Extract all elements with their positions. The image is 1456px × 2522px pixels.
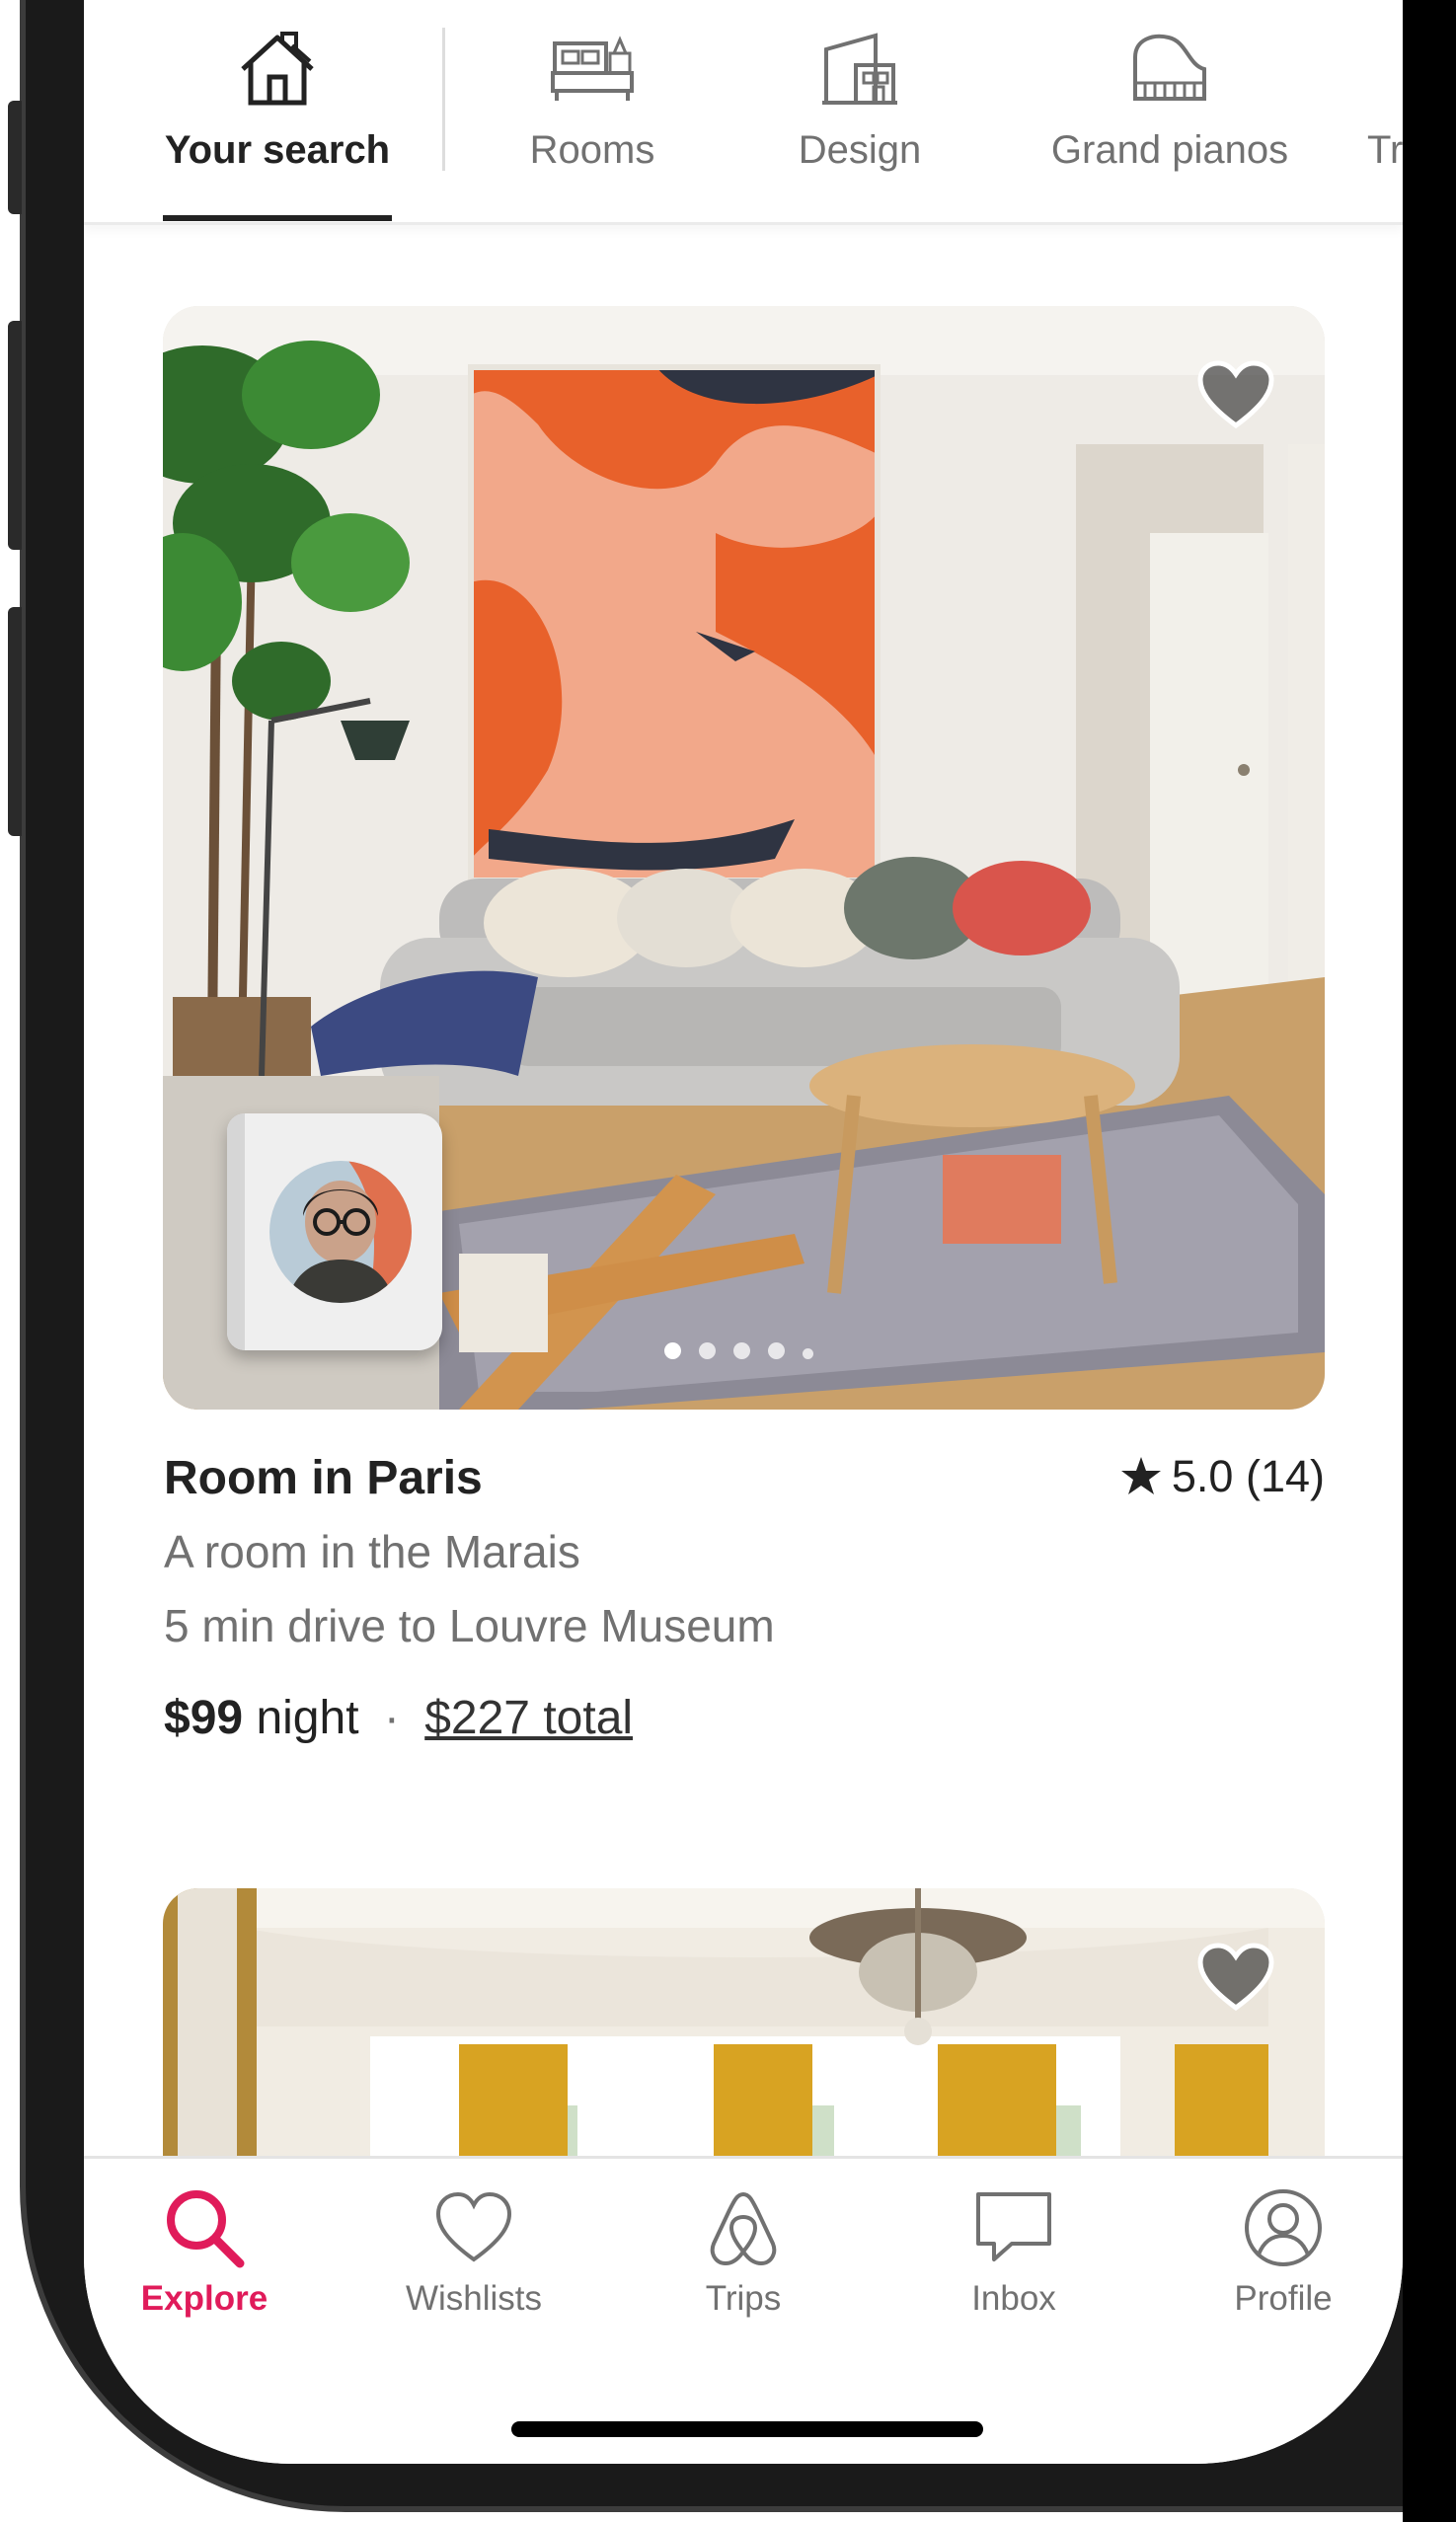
avatar: [269, 1161, 412, 1303]
carousel-dot: [803, 1348, 813, 1359]
phone-volume-up-button: [8, 321, 22, 550]
phone-side-button: [8, 101, 22, 214]
host-portrait: [269, 1161, 412, 1303]
category-rooms[interactable]: Rooms: [508, 0, 676, 222]
heart-icon: [435, 2191, 512, 2262]
heart-icon: [1197, 360, 1274, 429]
tab-label: Explore: [140, 2279, 268, 2318]
category-label: Tr: [1367, 128, 1403, 172]
phone-volume-down-button: [8, 607, 22, 836]
price-unit: night: [256, 1692, 359, 1744]
heart-icon: [1197, 1943, 1274, 2012]
tab-label: Wishlists: [405, 2279, 543, 2318]
piano-icon: [1133, 34, 1206, 101]
save-to-wishlist-button[interactable]: [1196, 1943, 1275, 2012]
tab-explore[interactable]: Explore: [106, 2186, 303, 2319]
category-design[interactable]: Design: [775, 0, 945, 222]
category-label: Grand pianos: [1050, 128, 1289, 172]
category-divider: [442, 28, 445, 171]
tab-profile[interactable]: Profile: [1185, 2186, 1382, 2319]
price-line: $99 night · $227 total: [164, 1691, 633, 1745]
active-tab-underline: [163, 215, 392, 221]
star-icon: [1120, 1457, 1161, 1494]
save-to-wishlist-button[interactable]: [1196, 360, 1275, 429]
nightly-price: $99: [164, 1692, 244, 1744]
carousel-dot: [733, 1342, 750, 1359]
phone-right-bezel: [1403, 0, 1456, 2522]
building-icon: [822, 33, 897, 105]
total-price-link[interactable]: $227 total: [424, 1692, 633, 1744]
category-label: Your search: [164, 128, 391, 172]
listing-distance: 5 min drive to Louvre Museum: [164, 1600, 775, 1651]
rating-value: 5.0 (14): [1171, 1451, 1325, 1501]
listing-photo[interactable]: [163, 306, 1325, 1410]
book-spine: [227, 1113, 245, 1350]
carousel-dot: [768, 1342, 785, 1359]
tab-inbox[interactable]: Inbox: [915, 2186, 1112, 2319]
bottom-tab-bar: Explore Wishlists Trips Inbox Profile: [84, 2156, 1403, 2464]
category-label: Design: [798, 128, 922, 172]
message-icon: [976, 2192, 1051, 2261]
tab-trips[interactable]: Trips: [645, 2186, 842, 2319]
airbnb-logo-icon: [710, 2192, 777, 2265]
tab-label: Inbox: [971, 2279, 1056, 2318]
host-profile-book[interactable]: [227, 1113, 442, 1350]
category-grand-pianos[interactable]: Grand pianos: [1032, 0, 1308, 222]
tab-wishlists[interactable]: Wishlists: [375, 2186, 573, 2319]
category-partial[interactable]: Tr: [1367, 0, 1403, 222]
bed-icon: [551, 36, 634, 101]
category-bar: Your search Rooms Design Grand pianos Tr: [84, 0, 1403, 225]
category-your-search[interactable]: Your search: [163, 0, 392, 222]
category-label: Rooms: [529, 128, 655, 172]
listing-subtitle: A room in the Marais: [164, 1526, 580, 1577]
home-indicator[interactable]: [511, 2421, 983, 2437]
listing-title[interactable]: Room in Paris: [164, 1451, 483, 1505]
carousel-dot: [699, 1342, 716, 1359]
price-separator: ·: [383, 1692, 400, 1744]
tab-label: Profile: [1234, 2279, 1333, 2318]
search-icon: [167, 2190, 245, 2268]
listing-rating: 5.0 (14): [1120, 1451, 1325, 1502]
house-icon: [241, 32, 314, 106]
tab-label: Trips: [705, 2279, 782, 2318]
photo-carousel-dots[interactable]: [664, 1342, 831, 1364]
profile-icon: [1245, 2189, 1322, 2266]
app-screen: Your search Rooms Design Grand pianos Tr…: [84, 0, 1403, 2464]
carousel-dot: [664, 1342, 681, 1359]
